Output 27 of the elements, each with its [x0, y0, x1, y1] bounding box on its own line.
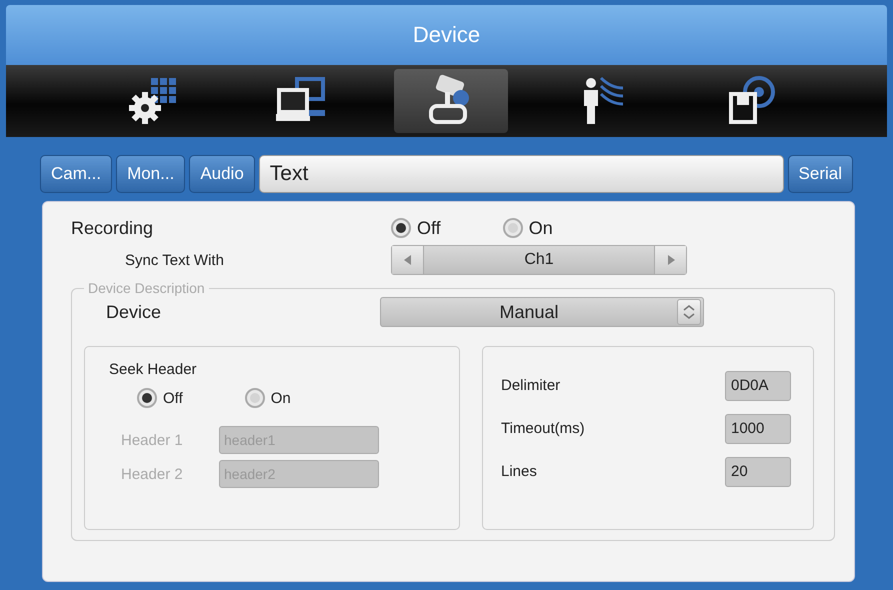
header-label: Header 2: [121, 466, 184, 482]
setting-label: Timeout(ms): [501, 420, 585, 437]
radio-option[interactable]: Off: [391, 218, 441, 238]
menu-tab[interactable]: [394, 69, 508, 133]
window-title: Device: [412, 22, 480, 48]
setting-label: Delimiter: [501, 377, 560, 394]
setting-label: Lines: [501, 463, 537, 480]
group-legend: Device Description: [84, 280, 209, 296]
up-down-icon[interactable]: [677, 299, 701, 325]
setting-field[interactable]: 0D0A: [725, 370, 791, 400]
device-label: Device: [105, 302, 162, 322]
setting-field[interactable]: 1000: [725, 414, 791, 444]
recording-label: Recording: [71, 218, 154, 238]
header-label: Header 1: [121, 432, 184, 448]
seek-header-label: Seek Header: [109, 361, 198, 378]
device-dropdown[interactable]: Manual: [380, 297, 704, 327]
radio-option[interactable]: Off: [137, 388, 183, 408]
tab[interactable]: Serial: [788, 155, 853, 193]
tab[interactable]: Cam...: [40, 155, 112, 193]
sync-text-label: Sync Text With: [124, 252, 225, 268]
tab[interactable]: Mon...: [116, 155, 186, 193]
radio-option[interactable]: On: [244, 388, 291, 408]
radio-option[interactable]: On: [502, 218, 553, 238]
tab[interactable]: Text: [258, 155, 784, 193]
channel-spinner[interactable]: Ch1: [391, 245, 687, 275]
setting-field[interactable]: 20: [725, 456, 791, 486]
tab[interactable]: Audio: [189, 155, 255, 193]
